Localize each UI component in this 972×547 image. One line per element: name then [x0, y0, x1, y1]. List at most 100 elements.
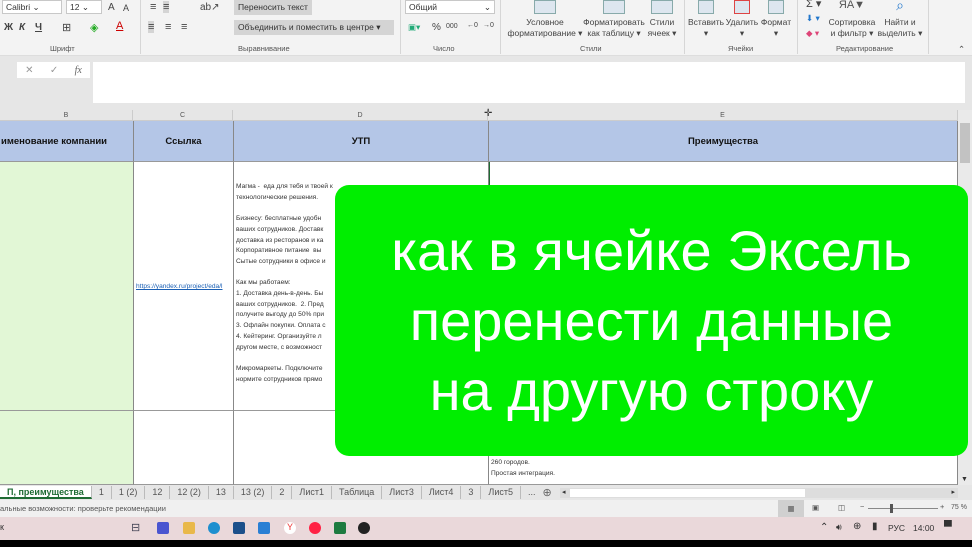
sheet-tab-active[interactable]: П, преимущества: [0, 486, 92, 499]
header-company-name[interactable]: именование компании: [0, 121, 134, 162]
cell-b3[interactable]: [0, 411, 134, 485]
zoom-level[interactable]: 75 %: [951, 504, 967, 511]
cell-b2[interactable]: [0, 162, 134, 411]
formula-input[interactable]: [93, 62, 965, 103]
underline-button[interactable]: Ч: [35, 22, 42, 33]
microphone-icon[interactable]: ▮: [872, 521, 878, 532]
percent-button[interactable]: %: [432, 22, 441, 33]
orientation-icon[interactable]: ab↗: [200, 2, 220, 13]
increase-decimal-icon[interactable]: ←0: [467, 22, 478, 29]
font-size-select[interactable]: 12 ⌄: [66, 0, 102, 14]
scroll-right-icon[interactable]: ▸: [951, 488, 955, 496]
merge-center-button[interactable]: Объединить и поместить в центре ▾: [234, 20, 394, 35]
number-format-select[interactable]: Общий ⌄: [405, 0, 495, 14]
clear-icon[interactable]: ◆ ▾: [806, 28, 819, 39]
file-explorer-icon[interactable]: [183, 522, 195, 534]
fill-color-icon[interactable]: ◈: [90, 21, 98, 34]
thousands-button[interactable]: 000: [446, 23, 458, 30]
collapse-ribbon-icon[interactable]: ⌃: [958, 44, 965, 55]
network-icon[interactable]: ⊕: [853, 521, 861, 532]
sheet-tab[interactable]: 12 (2): [170, 486, 209, 499]
edge-icon[interactable]: [208, 522, 220, 534]
align-left-icon[interactable]: ≡: [148, 21, 155, 33]
fx-icon[interactable]: fx: [75, 65, 82, 76]
notifications-icon[interactable]: ▀: [944, 521, 952, 533]
currency-icon[interactable]: ▣▾: [408, 22, 420, 33]
volume-icon[interactable]: 🔊︎: [836, 522, 842, 533]
format-as-table-button[interactable]: Форматировать как таблицу ▾: [580, 0, 648, 39]
page-break-icon[interactable]: ◫: [838, 503, 845, 512]
sheet-tab[interactable]: 3: [461, 486, 482, 499]
italic-button[interactable]: К: [19, 22, 25, 33]
sheet-tab[interactable]: 1 (2): [112, 486, 146, 499]
sheet-tab[interactable]: Лист5: [481, 486, 521, 499]
align-middle-icon[interactable]: ≡: [163, 1, 170, 13]
zoom-in-button[interactable]: +: [940, 502, 944, 511]
cell-c2[interactable]: https://yandex.ru/project/eda/l: [134, 162, 234, 411]
sheet-tab[interactable]: 1: [92, 486, 112, 499]
column-header-c[interactable]: C: [133, 110, 233, 121]
align-center-icon[interactable]: ≡: [165, 21, 171, 33]
sheet-tab[interactable]: 13 (2): [234, 486, 273, 499]
clock[interactable]: 14:00: [913, 523, 934, 533]
column-header-b[interactable]: B: [0, 110, 133, 121]
yandex-browser-icon[interactable]: Y: [284, 522, 296, 534]
shrink-font-button[interactable]: A: [123, 3, 129, 13]
confirm-icon[interactable]: ✓: [50, 65, 58, 76]
sheet-tab[interactable]: Таблица: [332, 486, 383, 499]
autosum-icon[interactable]: Σ ▾: [806, 0, 821, 10]
excel-icon[interactable]: [334, 522, 346, 534]
store-icon[interactable]: [233, 522, 245, 534]
fill-icon[interactable]: ⬇ ▾: [806, 13, 820, 24]
decrease-decimal-icon[interactable]: →0: [483, 22, 494, 29]
taskbar-search[interactable]: к: [0, 522, 4, 532]
header-link[interactable]: Ссылка: [134, 121, 234, 162]
scroll-thumb[interactable]: [960, 123, 970, 163]
cell-c3[interactable]: [134, 411, 234, 485]
zoom-slider-thumb[interactable]: [890, 504, 893, 513]
sheet-tab[interactable]: 13: [209, 486, 234, 499]
align-right-icon[interactable]: ≡: [181, 21, 187, 33]
sort-filter-button[interactable]: ЯA▼ Сортировка и фильтр ▾: [826, 0, 878, 39]
column-header-e[interactable]: E: [488, 110, 958, 121]
format-cells-button[interactable]: Формат ▾: [760, 0, 792, 39]
font-name-select[interactable]: Calibri ⌄: [2, 0, 62, 14]
bold-button[interactable]: Ж: [4, 22, 13, 33]
yandex-link[interactable]: https://yandex.ru/project/eda/l: [136, 283, 223, 290]
header-advantages[interactable]: Преимущества: [489, 121, 958, 162]
outlook-icon[interactable]: [258, 522, 270, 534]
cancel-icon[interactable]: ✕: [25, 65, 33, 76]
insert-cells-button[interactable]: Вставить ▾: [688, 0, 724, 39]
header-utp[interactable]: УТП: [234, 121, 489, 162]
grow-font-button[interactable]: A: [108, 2, 115, 13]
hscroll-thumb[interactable]: [570, 489, 805, 497]
sheet-tab[interactable]: Лист4: [422, 486, 462, 499]
page-layout-icon[interactable]: ▣: [812, 503, 819, 512]
sheet-tab[interactable]: 12: [145, 486, 171, 499]
cell-styles-button[interactable]: Стили ячеек ▾: [646, 0, 678, 39]
align-top-icon[interactable]: ≡: [150, 1, 156, 13]
font-color-icon[interactable]: A: [116, 20, 123, 32]
scroll-left-icon[interactable]: ◂: [562, 488, 566, 496]
delete-cells-button[interactable]: Удалить ▾: [724, 0, 760, 39]
sheet-tab[interactable]: 2: [272, 486, 293, 499]
tray-chevron-icon[interactable]: ⌃: [820, 522, 828, 533]
zoom-out-button[interactable]: −: [860, 502, 864, 511]
obs-icon[interactable]: [358, 522, 370, 534]
sheet-tab[interactable]: Лист3: [382, 486, 422, 499]
app-icon[interactable]: [157, 522, 169, 534]
sheet-tab[interactable]: Лист1: [292, 486, 332, 499]
task-view-icon[interactable]: ⊟: [131, 521, 140, 534]
find-select-button[interactable]: ⌕ Найти и выделить ▾: [877, 0, 923, 39]
language-indicator[interactable]: РУС: [888, 523, 905, 533]
add-sheet-icon[interactable]: ⊕: [543, 486, 552, 499]
wrap-text-button[interactable]: Переносить текст: [234, 0, 312, 15]
conditional-format-button[interactable]: Условное форматирование ▾: [505, 0, 585, 39]
status-message[interactable]: альные возможности: проверьте рекомендац…: [0, 504, 166, 513]
scroll-down-icon[interactable]: ▼: [961, 476, 968, 483]
borders-icon[interactable]: ⊞: [62, 21, 71, 34]
horizontal-scrollbar[interactable]: ◂ ▸: [560, 488, 958, 498]
more-tabs-button[interactable]: ...: [521, 486, 543, 499]
normal-view-icon[interactable]: ▦: [778, 500, 804, 517]
column-header-d[interactable]: D: [233, 110, 488, 121]
